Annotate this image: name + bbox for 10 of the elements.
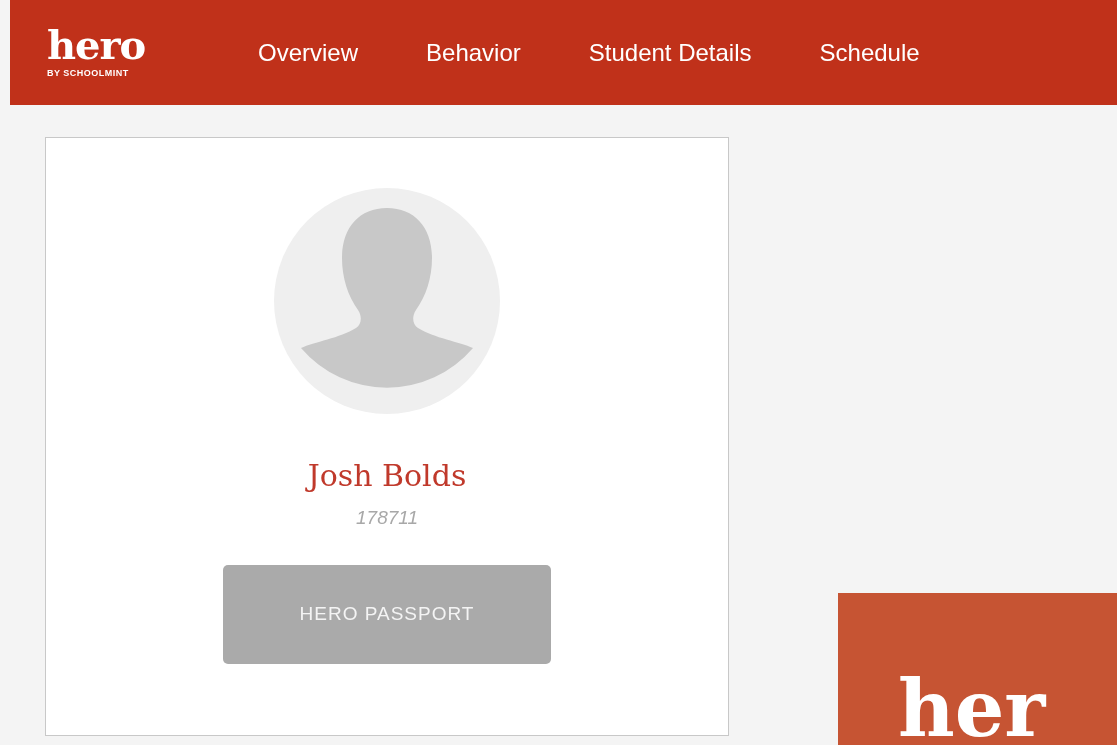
avatar-silhouette-icon: [274, 188, 500, 414]
nav-link[interactable]: Student Details: [588, 34, 752, 71]
logo-wordmark[interactable]: hero: [47, 24, 146, 65]
nav-link[interactable]: Behavior: [426, 34, 521, 71]
passport-wordmark: her: [898, 673, 1046, 745]
student-id: 178711: [356, 506, 418, 530]
logo-tagline: BY SCHOOLMINT: [47, 66, 129, 80]
nav-link[interactable]: Schedule: [819, 34, 920, 71]
student-name: Josh Bolds: [307, 457, 467, 495]
nav-link[interactable]: Overview: [258, 34, 359, 71]
